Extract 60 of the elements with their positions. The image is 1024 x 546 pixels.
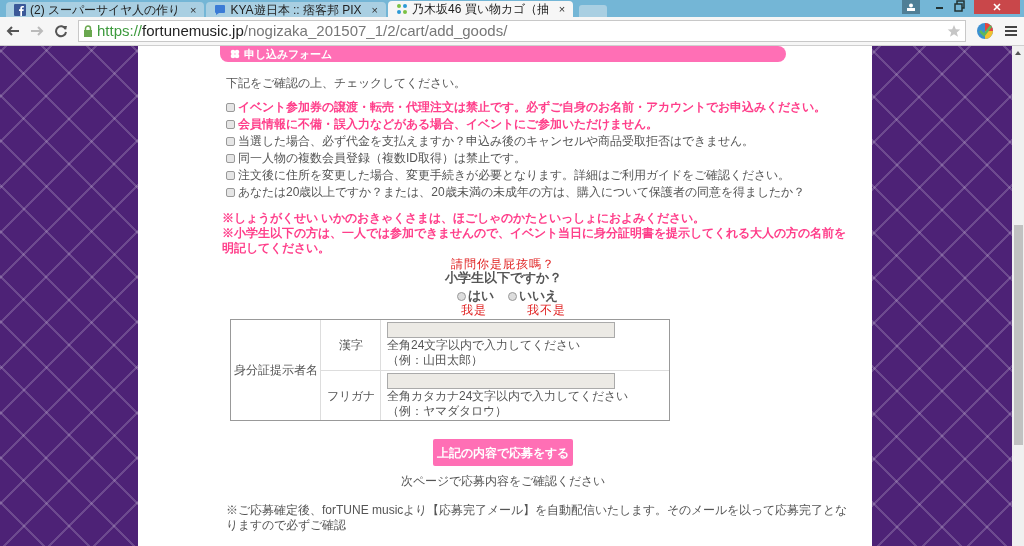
menu-icon[interactable] [1004,25,1018,37]
radio-button[interactable] [507,291,517,301]
field-label: 漢字 [321,320,381,370]
star-icon[interactable] [947,24,961,38]
hint-text: 次ページで応募内容をご確認ください [401,474,605,489]
checkbox-label: 同一人物の複数会員登録（複数ID取得）は禁止です。 [238,151,526,166]
scroll-thumb[interactable] [1013,225,1023,445]
address-bar[interactable]: https://fortunemusic.jp/nogizaka_201507_1/2/cart/add_goods/ [78,20,966,42]
browser-tab[interactable]: (2) スーパーサイヤ人の作り × [6,2,205,17]
extension-icon[interactable] [976,22,994,40]
notice-text: ※しょうがくせい いかのおきゃくさまは、ほごしゃのかたといっしょにおよみください。 [222,211,706,226]
checkbox-label: イベント参加券の譲渡・転売・代理注文は禁止です。必ずご自身のお名前・アカウントでお申込みください。 [238,100,826,115]
instruction-text: 下記をご確認の上、チェックしてください。 [226,76,466,91]
radio-label: はい [467,288,494,304]
radio-label: いいえ [518,288,558,304]
notice-text: ※小学生以下の方は、一人では参加できませんので、イベント当日に身分証明書を提示してくれる大人の方の名前を明記してください。 [222,226,847,256]
field-example: （例：山田太郎） [387,353,483,368]
footnote-text: ※ご応募確定後、forTUNE musicより【応募完了メール】を自動配信いたします。そのメールを以って応募完了となりますので必ずご確認 [226,503,849,533]
reload-icon[interactable] [54,24,68,38]
field-hint: 全角カタカナ24文字以内で入力してください [387,389,629,404]
checkbox-label: あなたは20歳以上ですか？または、20歳未満の未成年の方は、購入について保護者の同意を得ましたか？ [238,185,805,200]
dots-logo-icon [396,3,408,15]
url-text: https://fortunemusic.jp/nogizaka_201507_1/2/cart/add_goods/ [97,20,508,41]
flower-icon [230,49,240,59]
close-icon[interactable]: × [371,2,378,17]
new-tab-button[interactable] [579,5,608,17]
user-icon[interactable] [902,0,920,14]
field-hint: 全角24文字以内で入力してください [387,338,581,353]
lock-icon [83,25,93,37]
checkbox-label: 会員情報に不備・誤入力などがある場合、イベントにご参加いただけません。 [238,117,658,132]
checkbox[interactable] [226,188,235,197]
checkbox[interactable] [226,171,235,180]
scrollbar[interactable] [1012,46,1024,546]
group-label: 身分証提示者名 [231,320,321,420]
back-icon[interactable] [6,25,20,37]
browser-tab[interactable]: 乃木坂46 買い物カゴ（抽 × [388,1,574,17]
checkbox[interactable] [226,137,235,146]
close-icon[interactable] [974,0,1020,14]
close-icon[interactable]: × [558,2,566,16]
question-text: 小学生以下ですか？ [444,270,562,286]
scroll-up-icon[interactable] [1014,49,1022,57]
close-icon[interactable]: × [190,2,197,17]
handwritten-annotation: 請問你是屁孩嗎？ [451,258,555,270]
restore-icon[interactable] [954,0,966,12]
input-field[interactable] [387,373,615,389]
forward-icon[interactable] [30,25,44,37]
checkbox[interactable] [226,120,235,129]
checkbox-label: 注文後に住所を変更した場合、変更手続きが必要となります。詳細はご利用ガイドをご確認ください。 [238,168,790,183]
checkbox-label: 当選した場合、必ず代金を支払えますか？申込み後のキャンセルや商品受取拒否はできません。 [238,134,754,149]
field-label: フリガナ [321,371,381,420]
input-field[interactable] [387,322,615,338]
field-example: （例：ヤマダタロウ） [387,404,507,419]
checkbox[interactable] [226,154,235,163]
handwritten-annotation: 我是 [460,304,487,316]
chat-bubble-icon [214,3,227,16]
radio-button[interactable] [456,291,466,301]
section-title: 申し込みフォーム [244,47,332,61]
browser-tab[interactable]: KYA遊日本 :: 痞客邦 PIX × [206,2,386,17]
checkbox[interactable] [226,103,235,112]
handwritten-annotation: 我不是 [526,304,566,316]
